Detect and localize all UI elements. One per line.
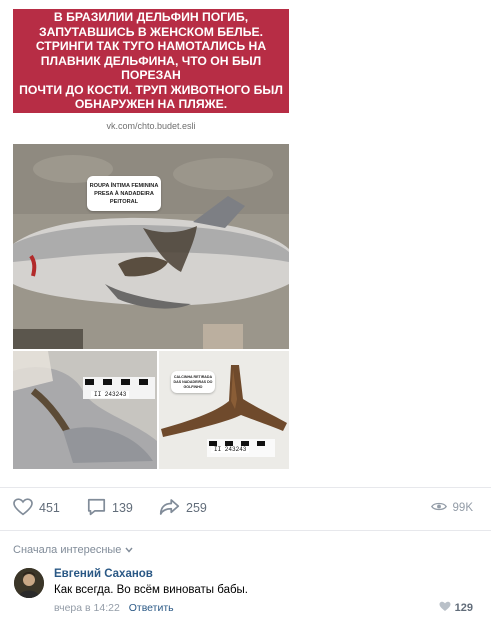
post-photo-garment[interactable]: CALCINHA RETIRADA DAS NADADEIRAS DO GOLF… (159, 351, 289, 469)
eye-icon (430, 501, 447, 515)
chevron-down-icon (125, 546, 133, 555)
comments-sort-dropdown[interactable]: Сначала интересные (13, 544, 133, 556)
scale-bar-label: II 243243 (211, 446, 250, 453)
reply-button[interactable]: Ответить (129, 602, 174, 614)
post-photo-fin[interactable]: II 243243 (13, 351, 157, 469)
comment-time[interactable]: вчера в 14:22 (54, 602, 120, 614)
photo-caption-main: ROUPA ÍNTIMA FEMININA PRESA À NADADEIRA … (87, 176, 161, 211)
share-count: 259 (186, 501, 207, 515)
like-button[interactable]: 451 (13, 497, 60, 519)
post-headline-banner: В БРАЗИЛИИ ДЕЛЬФИН ПОГИБ, ЗАПУТАВШИСЬ В … (13, 9, 289, 113)
photo-caption-right: CALCINHA RETIRADA DAS NADADEIRAS DO GOLF… (171, 371, 215, 393)
comments-sort-label: Сначала интересные (13, 544, 122, 556)
divider (0, 487, 491, 488)
comment-text: Как всегда. Во всём виноваты бабы. (54, 584, 249, 596)
heart-icon (439, 601, 451, 615)
comment-icon (87, 498, 106, 519)
like-count: 451 (39, 501, 60, 515)
views-counter: 99K (430, 501, 473, 515)
avatar[interactable] (14, 568, 44, 598)
comment-button[interactable]: 139 (87, 497, 133, 519)
fin-photo-graphic (13, 351, 157, 469)
divider (0, 530, 491, 531)
scale-bar-label: II 243243 (91, 391, 130, 398)
comment-author[interactable]: Евгений Саханов (54, 568, 153, 580)
comment-like-count: 129 (454, 602, 473, 614)
post-source-link[interactable]: vk.com/chto.budet.esli (13, 121, 289, 131)
share-icon (159, 498, 180, 519)
share-button[interactable]: 259 (159, 497, 207, 519)
heart-icon (13, 497, 33, 519)
comment-like-button[interactable]: 129 (439, 601, 473, 615)
post-photo-main[interactable]: ROUPA ÍNTIMA FEMININA PRESA À NADADEIRA … (13, 144, 289, 349)
dolphin-photo-graphic (13, 144, 289, 349)
comment-count: 139 (112, 501, 133, 515)
views-count: 99K (452, 502, 473, 514)
comment-meta: вчера в 14:22 Ответить (54, 602, 174, 614)
